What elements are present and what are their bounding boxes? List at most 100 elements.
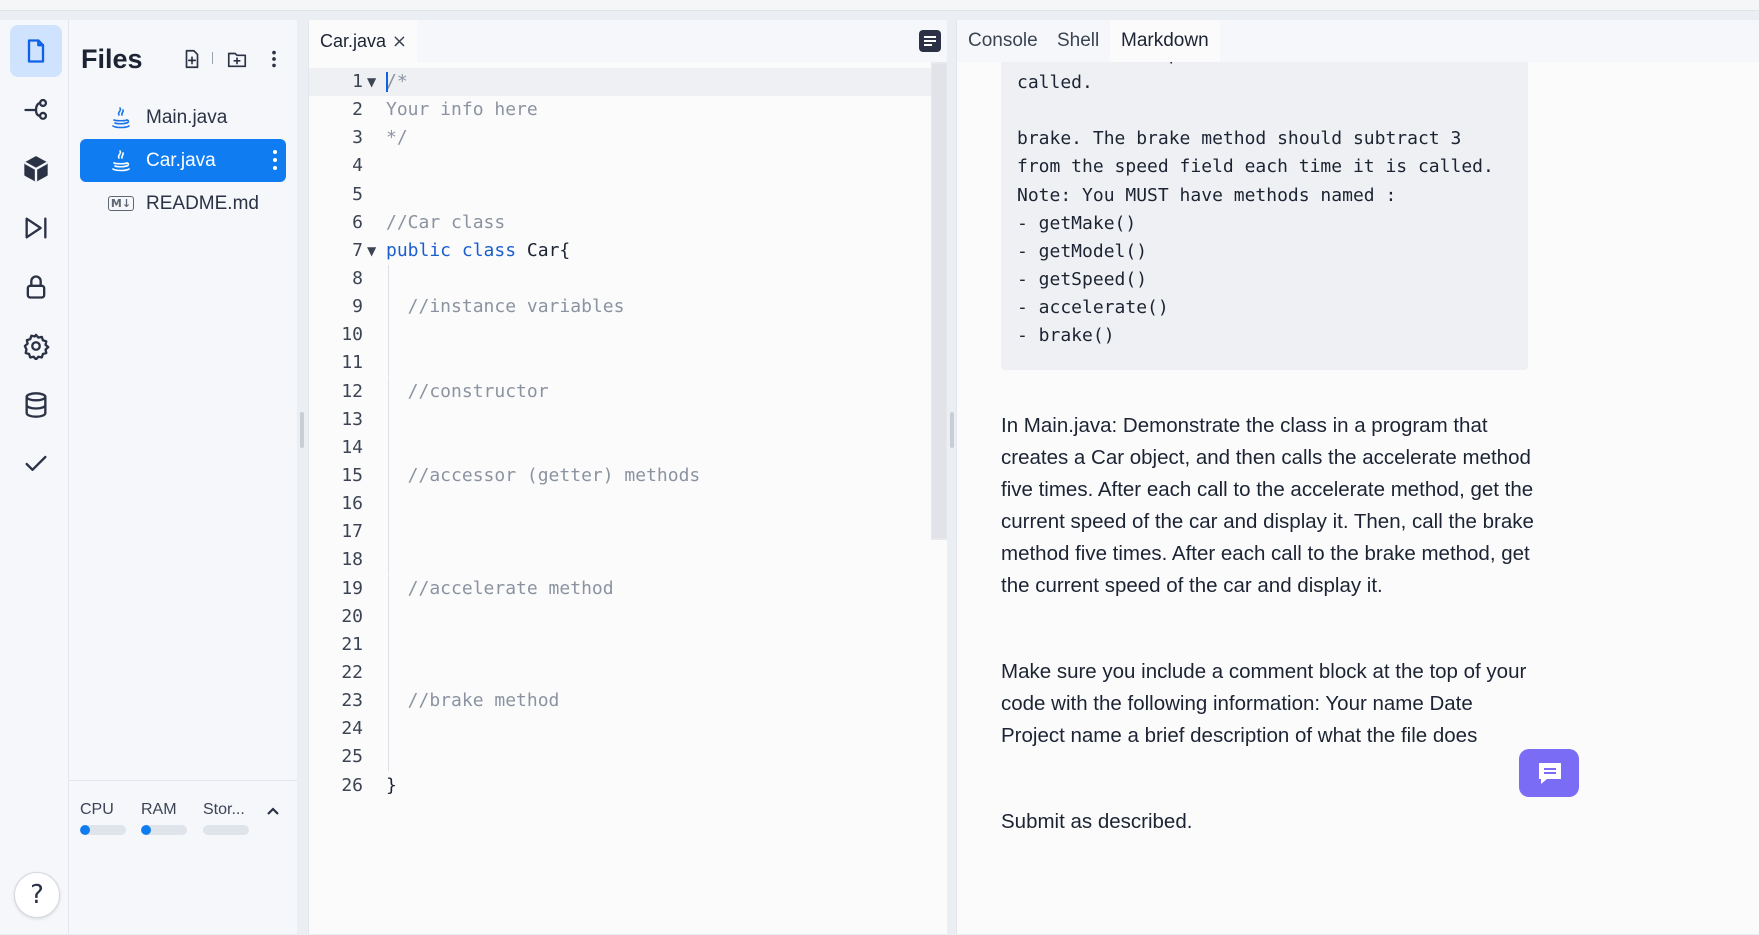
- tab-console[interactable]: Console: [968, 20, 1038, 62]
- files-menu-button[interactable]: [261, 46, 287, 72]
- file-item-car-java[interactable]: Car.java: [80, 139, 286, 182]
- code-line[interactable]: 18: [309, 546, 931, 575]
- line-number: 4: [352, 155, 363, 177]
- panel-resize-handle[interactable]: [300, 412, 304, 448]
- tab-list-icon[interactable]: [919, 30, 941, 52]
- code-token: Car{: [526, 239, 571, 261]
- code-text: /*: [386, 68, 408, 96]
- code-token: //instance variables: [386, 296, 625, 318]
- code-line[interactable]: 2 Your info here: [309, 96, 931, 124]
- code-line[interactable]: 5: [309, 181, 931, 209]
- output-tab-bar: Console Shell Markdown: [919, 20, 1759, 62]
- chat-button[interactable]: [1519, 749, 1579, 797]
- file-item-readme[interactable]: M↓ README.md: [80, 182, 286, 225]
- code-block-line: - getModel(): [1017, 240, 1148, 262]
- line-number: 21: [341, 633, 363, 655]
- code-line[interactable]: 12 //constructor: [309, 377, 931, 406]
- file-menu-icon[interactable]: [272, 150, 278, 172]
- code-block-line: - getSpeed(): [1017, 268, 1148, 290]
- line-number: 8: [352, 267, 363, 289]
- code-line[interactable]: 26}: [309, 772, 931, 800]
- code-token: /*: [386, 71, 408, 92]
- code-line[interactable]: 15 //accessor (getter) methods: [309, 461, 931, 490]
- code-line[interactable]: 19 //accelerate method: [309, 574, 931, 603]
- files-actions: [179, 44, 289, 74]
- top-border: [0, 0, 1759, 11]
- code-line[interactable]: 6 //Car class: [309, 209, 931, 237]
- editor-scrollbar-thumb[interactable]: [932, 64, 946, 538]
- code-token: //accessor (getter) methods: [386, 464, 701, 486]
- indent-guide: [388, 602, 389, 631]
- tab-markdown[interactable]: Markdown: [1110, 20, 1220, 62]
- line-number: 12: [341, 380, 363, 402]
- code-text: //Car class: [386, 209, 505, 237]
- code-line[interactable]: 16: [309, 490, 931, 519]
- line-number: 24: [341, 718, 363, 740]
- file-name: Car.java: [146, 149, 216, 171]
- code-line[interactable]: 22: [309, 658, 931, 687]
- panel-resize-handle[interactable]: [950, 412, 954, 448]
- indent-guide: [388, 743, 389, 772]
- code-block: add 5 to the speed field each time it is…: [1001, 62, 1528, 370]
- code-line[interactable]: 10: [309, 321, 931, 350]
- indent-guide: [388, 658, 389, 687]
- line-number: 11: [341, 352, 363, 374]
- file-name: Main.java: [146, 106, 228, 128]
- tests-button[interactable]: [10, 438, 62, 490]
- new-folder-button[interactable]: [224, 46, 250, 72]
- code-line[interactable]: 20: [309, 602, 931, 631]
- line-number: 6: [352, 211, 363, 233]
- code-line[interactable]: 17: [309, 518, 931, 547]
- code-line[interactable]: 9 //instance variables: [309, 293, 931, 322]
- tab-car-java[interactable]: Car.java ×: [309, 20, 417, 62]
- tool-rail: ?: [0, 20, 69, 934]
- indent-guide: [388, 630, 389, 659]
- code-token: */: [386, 127, 408, 149]
- settings-button[interactable]: [10, 320, 62, 372]
- code-line[interactable]: 7 ▼ public class Car{: [309, 237, 931, 265]
- line-number: 15: [341, 464, 363, 486]
- code-line[interactable]: 3 */: [309, 124, 931, 152]
- code-line[interactable]: 23 //brake method: [309, 687, 931, 716]
- line-number: 10: [341, 324, 363, 346]
- line-number: 7: [352, 239, 363, 261]
- code-area[interactable]: 1 ▼/* 2 Your info here 3 */4 5 6//Car class 7 ▼ pu…: [309, 68, 931, 800]
- code-line[interactable]: 13: [309, 405, 931, 434]
- fold-toggle-icon[interactable]: ▼: [367, 68, 376, 96]
- run-tool-button[interactable]: [10, 202, 62, 254]
- paragraph: Make sure you include a comment block at…: [1001, 660, 1527, 747]
- code-line[interactable]: 14: [309, 433, 931, 462]
- code-line[interactable]: 1 ▼ /*: [309, 68, 931, 97]
- output-panel: Console Shell Markdown add 5 to the spee…: [919, 20, 1759, 934]
- close-tab-icon[interactable]: ×: [392, 31, 407, 52]
- fold-toggle-icon[interactable]: ▼: [367, 237, 376, 265]
- code-line[interactable]: 24: [309, 715, 931, 744]
- line-number: 23: [341, 690, 363, 712]
- line-number: 9: [352, 296, 363, 318]
- help-button[interactable]: ?: [14, 872, 60, 918]
- resources-bar[interactable]: CPU RAM Stor...: [69, 780, 297, 935]
- run-icon: [25, 217, 47, 239]
- code-token: }: [386, 774, 397, 796]
- file-item-main-java[interactable]: Main.java: [80, 96, 286, 139]
- file-icon: [27, 39, 45, 63]
- chevron-up-icon[interactable]: [265, 803, 281, 819]
- new-file-button[interactable]: [179, 46, 205, 72]
- code-line[interactable]: 25: [309, 743, 931, 772]
- database-button[interactable]: [10, 379, 62, 431]
- code-line[interactable]: 11: [309, 349, 931, 378]
- version-control-icon: [24, 98, 48, 120]
- files-tool-button[interactable]: [10, 25, 62, 77]
- paragraph: In Main.java: Demonstrate the class in a…: [1001, 414, 1534, 597]
- java-icon: [106, 105, 136, 131]
- packages-button[interactable]: [10, 143, 62, 195]
- line-number: 14: [341, 436, 363, 458]
- code-line[interactable]: 8: [309, 264, 931, 293]
- version-control-button[interactable]: [10, 84, 62, 136]
- code-line[interactable]: 21: [309, 630, 931, 659]
- file-name: README.md: [146, 192, 259, 214]
- indent-guide: [388, 518, 389, 547]
- secrets-button[interactable]: [10, 261, 62, 313]
- code-line[interactable]: 4: [309, 152, 931, 180]
- tab-shell[interactable]: Shell: [1057, 20, 1099, 62]
